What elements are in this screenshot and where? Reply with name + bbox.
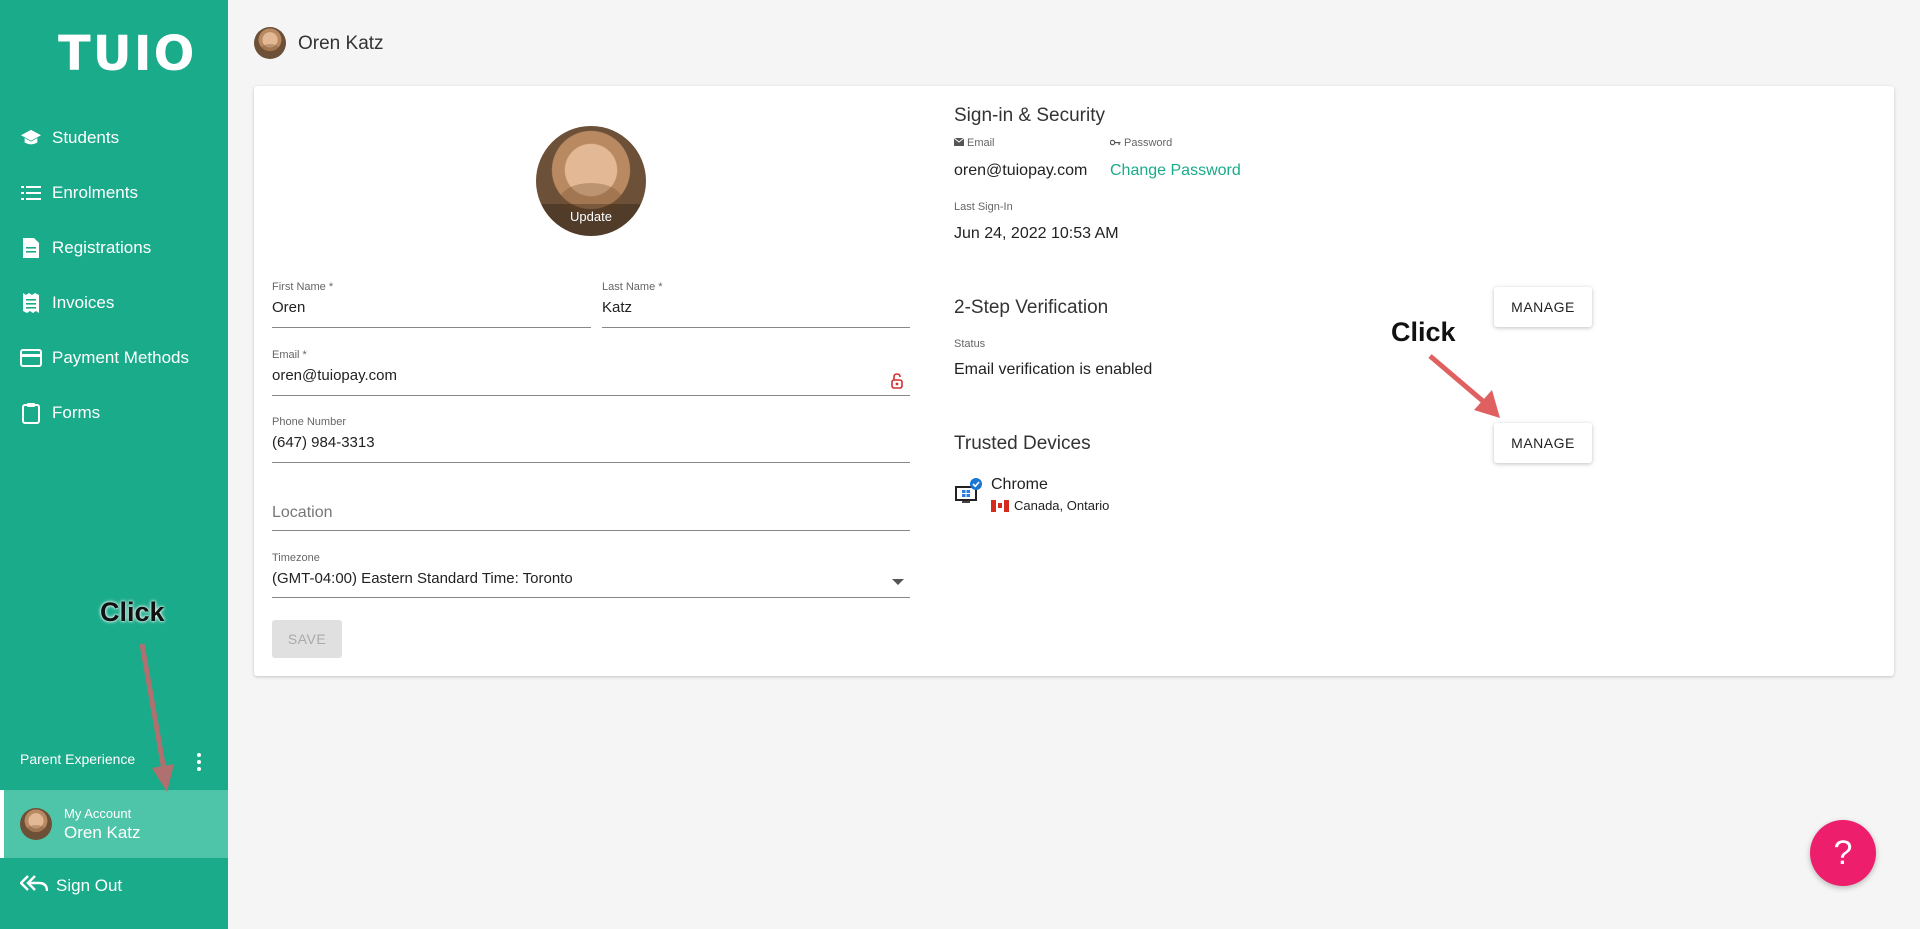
last-name-label: Last Name *	[602, 281, 663, 293]
password-caption-text: Password	[1124, 137, 1173, 149]
email-value: oren@tuiopay.com	[272, 367, 398, 384]
mail-icon	[953, 137, 965, 149]
lock-open-icon	[890, 373, 904, 389]
sidebar-item-label: Forms	[52, 402, 101, 422]
timezone-value: (GMT-04:00) Eastern Standard Time: Toron…	[272, 570, 573, 587]
two-step-title: 2-Step Verification	[954, 297, 1109, 318]
email-label: Email *	[272, 349, 307, 361]
sidebar-item-registrations[interactable]: Registrations	[0, 220, 228, 275]
sidebar-item-label: Payment Methods	[52, 347, 190, 367]
first-name-field[interactable]: First Name * Oren	[272, 281, 591, 328]
windows-desktop-icon	[954, 478, 982, 506]
device-location-text: Canada, Ontario	[1014, 498, 1110, 513]
change-password-link[interactable]: Change Password	[1110, 162, 1241, 180]
update-photo-label[interactable]: Update	[536, 204, 646, 236]
location-field[interactable]: Location	[272, 504, 910, 531]
two-step-manage-button[interactable]: MANAGE	[1494, 287, 1592, 327]
help-button[interactable]: ?	[1810, 820, 1876, 886]
sidebar-item-students[interactable]: Students	[0, 110, 228, 165]
email-caption-text: Email	[967, 137, 995, 149]
my-account-caption: My Account	[64, 805, 132, 821]
last-signin-label: Last Sign-In	[954, 201, 1013, 213]
first-name-value: Oren	[272, 299, 306, 316]
chevron-down-icon	[892, 579, 904, 585]
save-button[interactable]: SAVE	[272, 620, 342, 658]
account-name: Oren Katz	[64, 822, 141, 842]
trusted-devices-title: Trusted Devices	[954, 433, 1091, 454]
phone-number-label: Phone Number	[272, 416, 346, 428]
sign-out-button[interactable]: Sign Out	[0, 858, 228, 913]
email-field[interactable]: Email * oren@tuiopay.com	[272, 349, 910, 396]
reply-all-icon	[19, 874, 49, 897]
status-label: Status	[954, 338, 986, 350]
email-caption: Email	[953, 137, 995, 149]
document-icon	[20, 237, 42, 259]
more-vert-icon[interactable]	[192, 751, 206, 773]
key-icon	[1109, 137, 1121, 149]
click-annotation-sidebar: Click	[100, 597, 165, 627]
sidebar-item-label: Students	[52, 127, 120, 147]
click-annotation-devices: Click	[1391, 317, 1456, 347]
last-name-value: Katz	[602, 299, 633, 316]
last-name-field[interactable]: Last Name * Katz	[602, 281, 910, 328]
security-email-value: oren@tuiopay.com	[954, 162, 1088, 179]
last-signin-value: Jun 24, 2022 10:53 AM	[954, 225, 1119, 242]
sidebar-item-label: Enrolments	[52, 182, 138, 202]
annotation-arrow-devices	[1428, 354, 1500, 418]
location-placeholder: Location	[272, 504, 333, 521]
header-avatar	[254, 27, 286, 59]
sidebar-nav: Students Enrolments Registrations Invoic…	[0, 110, 228, 440]
sidebar-item-enrolments[interactable]: Enrolments	[0, 165, 228, 220]
credit-card-icon	[20, 347, 42, 369]
parent-experience-label: Parent Experience	[20, 751, 136, 767]
device-name: Chrome	[991, 476, 1048, 493]
sidebar-item-label: Registrations	[52, 237, 152, 257]
sidebar-item-payment-methods[interactable]: Payment Methods	[0, 330, 228, 385]
timezone-select[interactable]: Timezone (GMT-04:00) Eastern Standard Ti…	[272, 552, 910, 598]
sidebar-item-invoices[interactable]: Invoices	[0, 275, 228, 330]
list-icon	[20, 182, 42, 204]
profile-photo[interactable]: Update	[536, 126, 646, 236]
status-value: Email verification is enabled	[954, 361, 1153, 378]
phone-number-field[interactable]: Phone Number (647) 984-3313	[272, 416, 910, 463]
first-name-label: First Name *	[272, 281, 334, 293]
sidebar-item-my-account[interactable]: My Account Oren Katz	[0, 790, 228, 858]
device-location: Canada, Ontario	[991, 498, 1109, 513]
phone-number-value: (647) 984-3313	[272, 434, 375, 451]
tuio-logo[interactable]: TUIO	[58, 26, 196, 82]
timezone-label: Timezone	[272, 552, 320, 564]
sign-out-label: Sign Out	[56, 875, 123, 895]
canada-flag-icon	[991, 499, 1009, 512]
trusted-devices-manage-button[interactable]: MANAGE	[1494, 423, 1592, 463]
avatar	[20, 808, 52, 840]
sign-in-security-title: Sign-in & Security	[954, 105, 1106, 126]
receipt-icon	[20, 292, 42, 314]
password-caption: Password	[1109, 137, 1173, 149]
sidebar: TUIO Students Enrolments Registrations I…	[0, 0, 228, 929]
page-title: Oren Katz	[298, 33, 384, 54]
graduation-cap-icon	[20, 127, 42, 149]
sidebar-item-forms[interactable]: Forms	[0, 385, 228, 440]
annotation-arrow-sidebar	[139, 643, 174, 792]
clipboard-icon	[20, 402, 42, 424]
sidebar-item-label: Invoices	[52, 292, 115, 312]
